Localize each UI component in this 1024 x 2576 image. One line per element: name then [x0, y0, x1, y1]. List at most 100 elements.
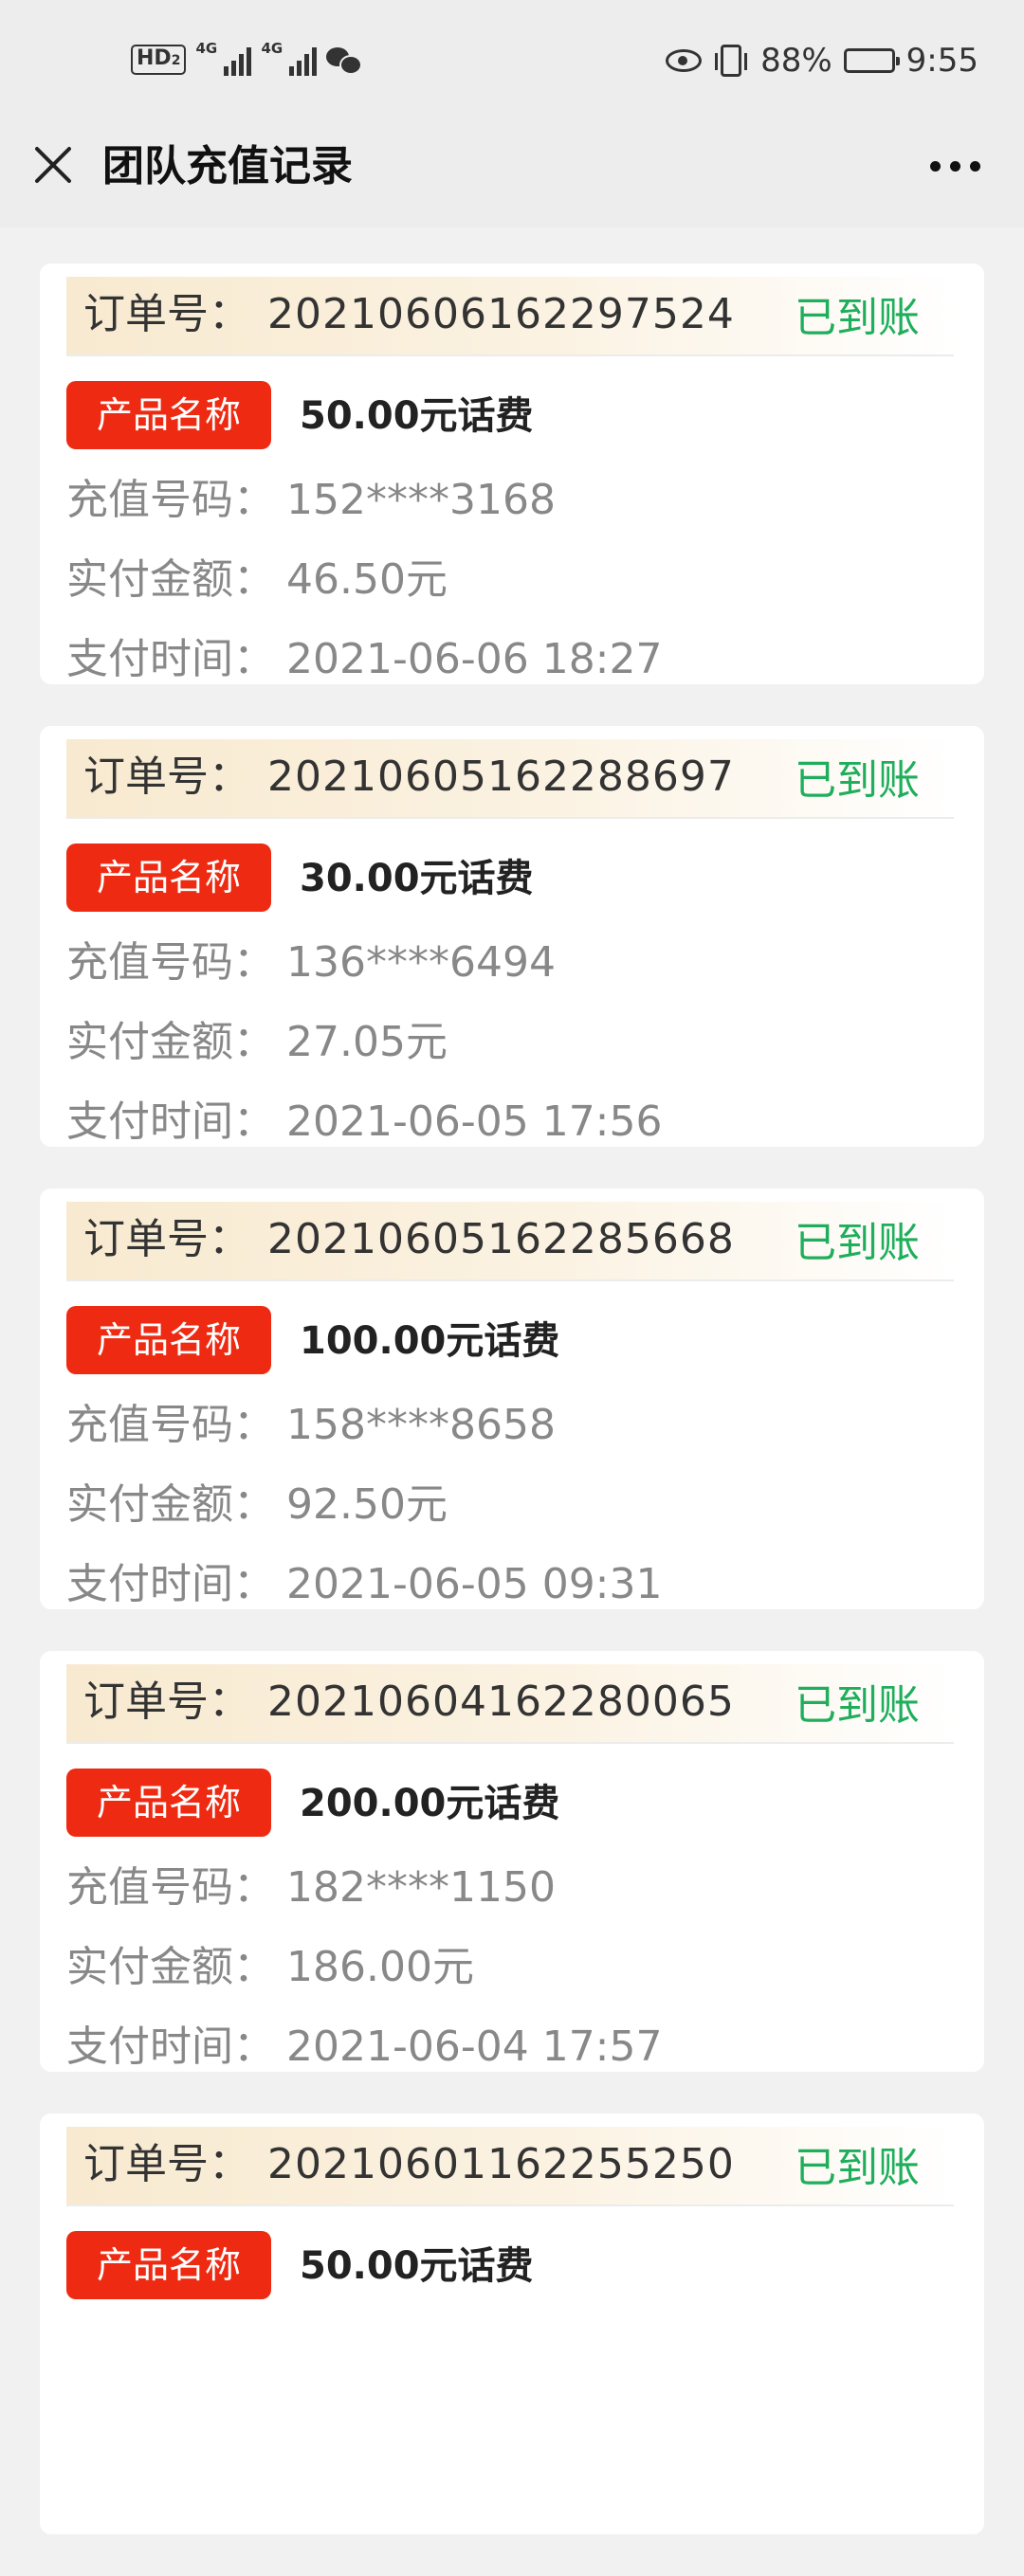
order-no-label: 订单号：: [83, 1678, 250, 1726]
paid-value: 92.50元: [286, 1480, 448, 1529]
product-tag: 产品名称: [66, 1306, 271, 1374]
order-card[interactable]: 订单号： 20210601162255250 已到账 产品名称 50.00元话费: [40, 2113, 984, 2534]
order-no-label: 订单号：: [83, 2140, 250, 2188]
pay-time-value: 2021-06-06 18:27: [286, 635, 663, 683]
order-list: 订单号： 20210606162297524 已到账 产品名称 50.00元话费…: [40, 263, 984, 2576]
signal-icon-sim1: 4G: [195, 40, 252, 76]
order-no: 20210601162255250: [267, 2140, 735, 2188]
product-name: 100.00元话费: [300, 1319, 560, 1363]
signal-bar: [247, 47, 252, 76]
order-header: 订单号： 20210606162297524 已到账: [66, 277, 954, 356]
phone-row: 充值号码： 152****3168: [66, 470, 556, 531]
status-badge: 已到账: [795, 2144, 920, 2192]
signal-bar: [239, 54, 245, 76]
phone-row: 充值号码： 158****8658: [66, 1395, 556, 1456]
signal-label-sim2: 4G: [261, 40, 283, 57]
pay-time-label: 支付时间：: [66, 2023, 275, 2071]
order-no-label: 订单号：: [83, 1215, 250, 1263]
pay-time-row: 支付时间： 2021-06-06 18:27: [66, 629, 663, 684]
pay-time-row: 支付时间： 2021-06-05 09:31: [66, 1554, 663, 1609]
product-name: 200.00元话费: [300, 1782, 560, 1825]
paid-value: 186.00元: [286, 1943, 474, 1991]
signal-bar: [289, 66, 295, 76]
product-name: 50.00元话费: [300, 394, 534, 438]
phone-label: 充值号码：: [66, 1863, 275, 1912]
battery-percent: 88%: [760, 42, 832, 80]
order-card[interactable]: 订单号： 20210606162297524 已到账 产品名称 50.00元话费…: [40, 263, 984, 684]
order-no: 20210604162280065: [267, 1678, 735, 1726]
status-left: HD2 4G 4G: [131, 40, 363, 76]
more-options-icon[interactable]: [930, 161, 980, 172]
signal-bar: [224, 66, 229, 76]
hd-sub: 2: [171, 53, 181, 68]
order-no: 20210605162288697: [267, 753, 735, 801]
order-card[interactable]: 订单号： 20210604162280065 已到账 产品名称 200.00元话…: [40, 1651, 984, 2072]
order-no-label: 订单号：: [83, 753, 250, 801]
signal-bar: [304, 54, 310, 76]
status-badge: 已到账: [795, 294, 920, 342]
phone-label: 充值号码：: [66, 938, 275, 987]
phone-value: 152****3168: [286, 476, 556, 524]
product-tag: 产品名称: [66, 381, 271, 449]
pay-time-row: 支付时间： 2021-06-05 17:56: [66, 1092, 663, 1147]
paid-value: 46.50元: [286, 555, 448, 604]
battery-icon: [843, 48, 900, 73]
phone-value: 158****8658: [286, 1401, 556, 1449]
phone-row: 充值号码： 182****1150: [66, 1858, 556, 1918]
paid-row: 实付金额： 186.00元: [66, 1937, 474, 1998]
signal-bar: [231, 61, 237, 76]
paid-row: 实付金额： 46.50元: [66, 550, 448, 610]
status-badge: 已到账: [795, 1681, 920, 1730]
pay-time-value: 2021-06-04 17:57: [286, 2023, 663, 2071]
order-header: 订单号： 20210601162255250 已到账: [66, 2127, 954, 2206]
signal-bar: [297, 61, 302, 76]
order-no: 20210605162285668: [267, 1215, 735, 1263]
close-icon[interactable]: [32, 144, 74, 186]
status-badge: 已到账: [795, 756, 920, 805]
signal-icon-sim2: 4G: [261, 40, 318, 76]
clock: 9:55: [905, 42, 978, 80]
product-tag: 产品名称: [66, 2231, 271, 2299]
vibrate-icon: [715, 45, 748, 77]
wechat-icon: [326, 45, 363, 75]
paid-row: 实付金额： 92.50元: [66, 1475, 448, 1535]
page-title: 团队充值记录: [102, 142, 353, 190]
order-header: 订单号： 20210605162288697 已到账: [66, 739, 954, 819]
pay-time-label: 支付时间：: [66, 1098, 275, 1146]
order-card[interactable]: 订单号： 20210605162285668 已到账 产品名称 100.00元话…: [40, 1188, 984, 1609]
paid-label: 实付金额：: [66, 1943, 275, 1991]
status-right: 88% 9:55: [666, 42, 978, 80]
product-name: 30.00元话费: [300, 857, 534, 900]
pay-time-value: 2021-06-05 17:56: [286, 1098, 663, 1146]
status-bar: HD2 4G 4G 88% 9:55: [0, 0, 1024, 123]
product-tag: 产品名称: [66, 1769, 271, 1837]
hd-label: HD: [137, 46, 172, 70]
phone-label: 充值号码：: [66, 1401, 275, 1449]
order-header: 订单号： 20210604162280065 已到账: [66, 1664, 954, 1744]
pay-time-label: 支付时间：: [66, 635, 275, 683]
order-card[interactable]: 订单号： 20210605162288697 已到账 产品名称 30.00元话费…: [40, 726, 984, 1147]
status-badge: 已到账: [795, 1219, 920, 1267]
signal-label-sim1: 4G: [195, 40, 218, 57]
order-no: 20210606162297524: [267, 290, 735, 338]
product-tag: 产品名称: [66, 844, 271, 912]
phone-value: 182****1150: [286, 1863, 556, 1912]
pay-time-row: 支付时间： 2021-06-04 17:57: [66, 2017, 663, 2072]
phone-row: 充值号码： 136****6494: [66, 933, 556, 993]
hd-voice-icon: HD2: [131, 45, 187, 75]
nav-bar: 团队充值记录: [0, 123, 1024, 227]
pay-time-value: 2021-06-05 09:31: [286, 1560, 663, 1608]
paid-label: 实付金额：: [66, 1018, 275, 1066]
paid-label: 实付金额：: [66, 1480, 275, 1529]
eye-icon: [666, 49, 703, 72]
paid-row: 实付金额： 27.05元: [66, 1012, 448, 1073]
product-name: 50.00元话费: [300, 2244, 534, 2288]
signal-bar: [312, 47, 318, 76]
pay-time-label: 支付时间：: [66, 1560, 275, 1608]
phone-label: 充值号码：: [66, 476, 275, 524]
paid-label: 实付金额：: [66, 555, 275, 604]
paid-value: 27.05元: [286, 1018, 448, 1066]
phone-value: 136****6494: [286, 938, 556, 987]
order-no-label: 订单号：: [83, 290, 250, 338]
order-header: 订单号： 20210605162285668 已到账: [66, 1202, 954, 1281]
